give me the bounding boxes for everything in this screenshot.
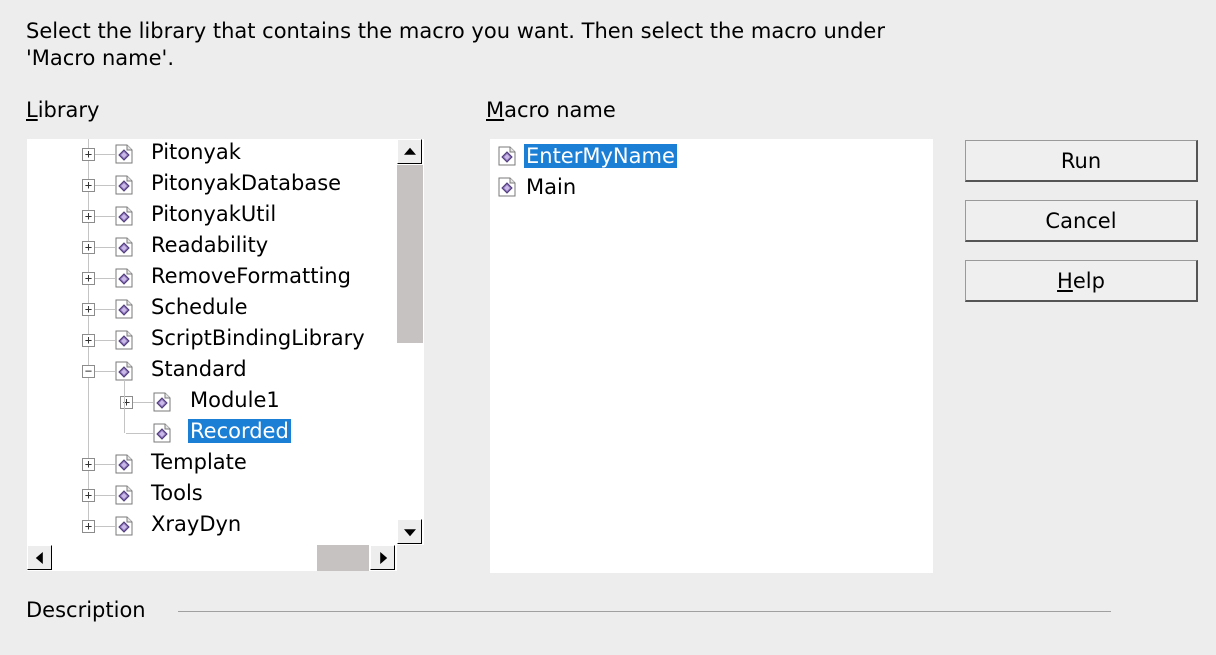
macro-list-item-label: EnterMyName — [524, 144, 677, 168]
macro-library-icon — [115, 175, 133, 195]
library-tree-item[interactable]: + PitonyakUtil — [27, 201, 397, 231]
macro-library-icon — [115, 206, 133, 226]
scroll-right-button[interactable] — [370, 545, 395, 570]
macro-list-item[interactable]: EnterMyName — [498, 141, 677, 171]
arrow-down-icon — [403, 528, 416, 536]
macro-library-icon — [115, 268, 133, 288]
library-tree-item[interactable]: + Module1 — [27, 387, 397, 417]
scroll-up-button[interactable] — [397, 139, 422, 164]
library-tree-item-label: RemoveFormatting — [151, 264, 351, 288]
library-tree-view: + Pitonyak + PitonyakDatabase + PitonyakUtil +… — [27, 139, 397, 545]
library-tree-item-label: Pitonyak — [151, 140, 241, 164]
library-tree-item-label: PitonyakDatabase — [151, 171, 342, 195]
library-tree-item-label: Module1 — [190, 388, 280, 412]
expand-icon[interactable]: + — [82, 303, 95, 316]
scroll-left-button[interactable] — [27, 545, 52, 570]
library-tree-item[interactable]: + Pitonyak — [27, 139, 397, 169]
vertical-scroll-thumb[interactable] — [397, 165, 423, 343]
macro-library-icon — [115, 144, 133, 164]
description-separator — [178, 611, 1111, 612]
module-icon — [153, 392, 171, 412]
library-horizontal-scrollbar[interactable] — [27, 545, 397, 571]
macro-library-icon — [115, 516, 133, 536]
library-tree-item-label: Schedule — [151, 295, 248, 319]
library-tree-item-label: Readability — [151, 233, 269, 257]
library-tree-item-label: XrayDyn — [151, 512, 242, 536]
scroll-down-button[interactable] — [397, 519, 422, 544]
expand-icon[interactable]: + — [82, 489, 95, 502]
macro-list-item[interactable]: Main — [498, 172, 578, 202]
library-tree-item[interactable]: + Template — [27, 449, 397, 479]
expand-icon[interactable]: + — [82, 272, 95, 285]
expand-icon[interactable]: + — [82, 179, 95, 192]
expand-icon[interactable]: + — [82, 241, 95, 254]
instruction-text: Select the library that contains the mac… — [26, 19, 885, 70]
library-tree-item[interactable]: + Schedule — [27, 294, 397, 324]
library-tree-item[interactable]: + Readability — [27, 232, 397, 262]
library-tree-item-label: Tools — [151, 481, 203, 505]
collapse-icon[interactable]: − — [82, 365, 95, 378]
macro-icon — [498, 146, 516, 166]
library-tree-item-label: ScriptBindingLibrary — [151, 326, 365, 350]
macro-list[interactable]: EnterMyName Main — [490, 139, 933, 573]
library-tree-item[interactable]: + Tools — [27, 480, 397, 510]
macro-library-icon — [115, 454, 133, 474]
arrow-up-icon — [403, 147, 416, 155]
macro-library-icon — [115, 330, 133, 350]
library-tree-item-label: Template — [151, 450, 247, 474]
arrow-right-icon — [379, 551, 387, 564]
library-tree-item[interactable]: Recorded — [27, 418, 397, 448]
library-tree-item[interactable]: + PitonyakDatabase — [27, 170, 397, 200]
library-tree-item-label: Recorded — [188, 419, 291, 443]
horizontal-scroll-thumb[interactable] — [317, 545, 369, 571]
expand-icon[interactable]: + — [82, 520, 95, 533]
run-button[interactable]: Run — [965, 140, 1198, 182]
macro-library-icon — [115, 485, 133, 505]
library-tree-item[interactable]: + ScriptBindingLibrary — [27, 325, 397, 355]
expand-icon[interactable]: + — [82, 334, 95, 347]
expand-icon[interactable]: + — [82, 458, 95, 471]
expand-icon[interactable]: + — [82, 148, 95, 161]
macro-library-icon — [115, 237, 133, 257]
macro-list-item-label: Main — [526, 175, 577, 199]
scrollbar-corner — [397, 545, 424, 571]
library-tree-item[interactable]: + RemoveFormatting — [27, 263, 397, 293]
arrow-left-icon — [35, 551, 43, 564]
module-icon — [153, 423, 171, 443]
help-button[interactable]: Help — [965, 260, 1198, 302]
library-tree-item[interactable]: + XrayDyn — [27, 511, 397, 541]
macro-name-label: Macro name — [486, 98, 616, 122]
library-vertical-scrollbar[interactable] — [397, 139, 424, 545]
macro-library-icon — [115, 361, 133, 381]
description-label: Description — [26, 598, 146, 622]
macro-icon — [498, 177, 516, 197]
library-tree-item[interactable]: − Standard — [27, 356, 397, 386]
library-tree-item-label: PitonyakUtil — [151, 202, 277, 226]
library-tree[interactable]: + Pitonyak + PitonyakDatabase + PitonyakUtil +… — [27, 139, 424, 571]
expand-icon[interactable]: + — [82, 210, 95, 223]
tree-connector-line — [124, 380, 125, 433]
cancel-button[interactable]: Cancel — [965, 200, 1198, 242]
library-label: Library — [26, 98, 100, 122]
macro-library-icon — [115, 299, 133, 319]
expand-icon[interactable]: + — [120, 396, 133, 409]
library-tree-item-label: Standard — [151, 357, 247, 381]
